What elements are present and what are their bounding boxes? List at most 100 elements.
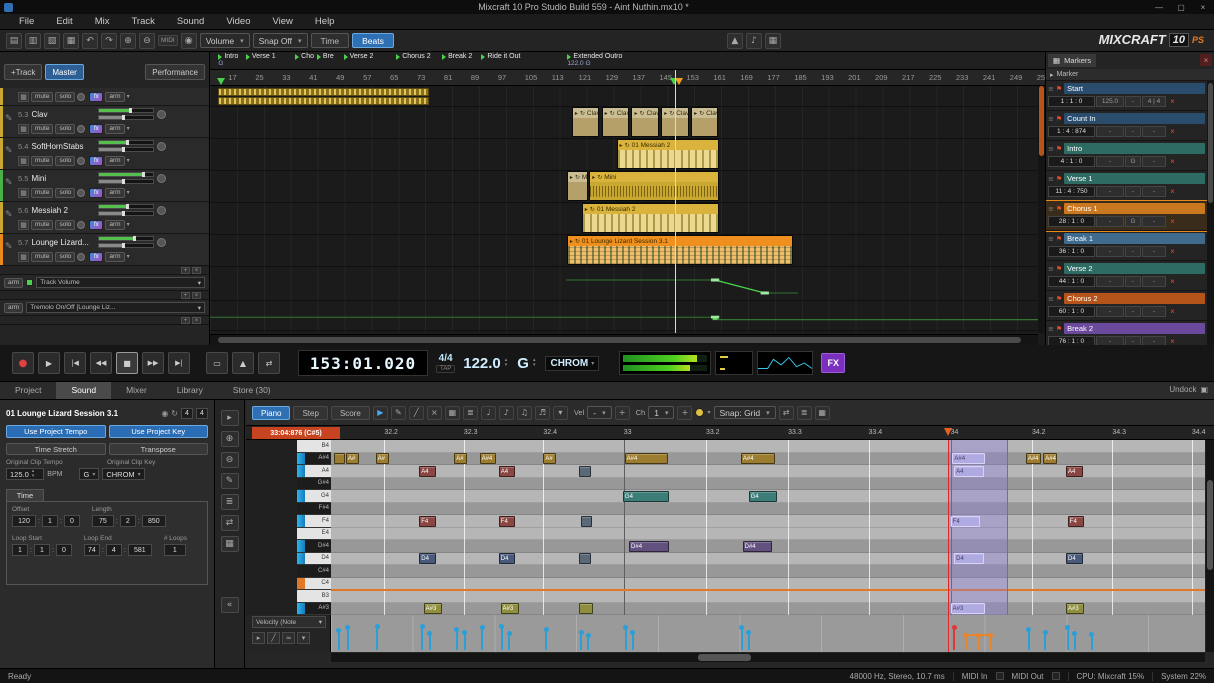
midi-note[interactable] (579, 553, 590, 564)
mute-button[interactable]: mute (31, 156, 53, 166)
clip-color-swatch[interactable] (695, 408, 704, 417)
track-grid-icon[interactable]: ▦ (18, 156, 29, 166)
clip-play-icon[interactable]: ▸ (575, 110, 578, 117)
timeline-clip[interactable]: ▸↻Clav (572, 107, 599, 137)
midi-note[interactable] (334, 453, 344, 464)
timeline-clip[interactable]: ▸↻Mini (567, 171, 589, 201)
clip-loop-icon[interactable]: ↻ (625, 142, 630, 149)
velocity-stem[interactable] (421, 626, 423, 650)
add-track-button[interactable]: +Track (4, 64, 42, 80)
keyboard-icon[interactable]: ▦ (765, 33, 781, 49)
velocity-stem[interactable] (990, 635, 992, 650)
marker-position-field[interactable]: 28 : 1 : 0 (1048, 216, 1095, 227)
clip-play-icon[interactable]: ▸ (664, 110, 667, 117)
velocity-line-tool[interactable]: ╱ (267, 632, 280, 644)
clip-play-icon[interactable]: ▸ (570, 238, 573, 245)
loop-start-marker[interactable] (217, 78, 225, 85)
solo-button[interactable]: solo (55, 188, 75, 198)
piano-key-gs4[interactable]: G#4 (297, 478, 331, 491)
transpose-button[interactable]: Transpose (109, 443, 209, 455)
marker-position-field[interactable]: 4 : 1 : 0 (1048, 156, 1095, 167)
scrollbar-thumb[interactable] (1208, 83, 1213, 203)
marker-delete-button[interactable]: × (1167, 157, 1178, 166)
track-sliders[interactable] (98, 172, 154, 184)
markers-subheader[interactable]: ▸ Marker (1046, 69, 1214, 81)
arm-dropdown-icon[interactable]: ▾ (127, 93, 130, 100)
track-pencil-icon[interactable]: ✎ (5, 210, 13, 220)
go-to-end-button[interactable]: ▶| (168, 352, 190, 374)
track-knob[interactable] (77, 253, 85, 261)
midi-note[interactable]: A# (376, 453, 389, 464)
track-sliders[interactable] (98, 108, 154, 120)
save-project-icon[interactable]: ▧ (44, 33, 60, 49)
marker-position-field[interactable]: 76 : 1 : 0 (1048, 336, 1095, 345)
redo-icon[interactable]: ↷ (101, 33, 117, 49)
piano-key-ds4[interactable]: D#4 (297, 540, 331, 553)
marker-signature-field[interactable]: - (1142, 336, 1166, 345)
marker-row[interactable]: ≡ ⚑ Start 1 : 1 : 0 125.0 - 4 | 4 × (1046, 81, 1207, 111)
timeline-region-flag[interactable]: Break 2 (442, 53, 472, 60)
velocity-stem[interactable] (347, 627, 349, 650)
marker-tempo-field[interactable]: - (1096, 246, 1124, 257)
timeline-clip[interactable]: ▸↻Mini (589, 171, 719, 201)
velocity-stem[interactable] (580, 632, 582, 651)
marker-signature-field[interactable]: - (1142, 186, 1166, 197)
marker-key-field[interactable]: G (1125, 216, 1141, 227)
rewind-button[interactable]: ◀◀ (90, 352, 112, 374)
piano-key-as3[interactable]: A#3 (297, 603, 331, 616)
marker-grip-icon[interactable]: ≡ (1048, 115, 1054, 123)
zoom-in-tool[interactable]: ⊕ (221, 431, 239, 447)
list-tool[interactable]: ≣ (221, 494, 239, 510)
midi-note[interactable]: F4 (499, 516, 516, 527)
maximize-button[interactable]: ▢ (1170, 1, 1192, 14)
track-name[interactable]: SoftHornStabs (31, 142, 95, 151)
undo-icon[interactable]: ↶ (82, 33, 98, 49)
midi-note[interactable]: A4 (1066, 466, 1083, 477)
track-row[interactable]: ✎ 5.6 Messiah 2 ▦ mute solo fx arm ▾ (0, 202, 209, 234)
menu-video[interactable]: Video (215, 14, 261, 30)
drum-display-icon[interactable]: ≣ (463, 406, 478, 420)
marker-key-field[interactable]: - (1125, 276, 1141, 287)
time-stretch-button[interactable]: Time Stretch (6, 443, 106, 455)
track-row[interactable]: ✎ 5.4 SoftHornStabs ▦ mute solo fx arm ▾ (0, 138, 209, 170)
arm-dropdown-icon[interactable]: ▾ (127, 125, 130, 132)
midi-note[interactable] (579, 603, 593, 614)
marker-key-field[interactable]: - (1125, 246, 1141, 257)
remove-automation-button[interactable]: × (192, 292, 201, 299)
tempo-display[interactable]: 122.0 (463, 355, 501, 372)
arm-dropdown-icon[interactable]: ▾ (127, 157, 130, 164)
automation-param-dropdown[interactable]: Track Volume▾ (36, 277, 205, 288)
menu-file[interactable]: File (8, 14, 45, 30)
automation-lane[interactable] (210, 276, 1038, 298)
note-half-button[interactable]: ♪ (499, 406, 514, 420)
zoom-in-icon[interactable]: ⊕ (120, 33, 136, 49)
metronome-icon[interactable]: ▲ (727, 33, 743, 49)
marker-name[interactable]: Count In (1064, 113, 1205, 124)
midi-note[interactable]: D4 (1066, 553, 1083, 564)
marker-grip-icon[interactable]: ≡ (1048, 325, 1054, 333)
pan-slider[interactable] (98, 179, 154, 184)
go-to-start-button[interactable]: |◀ (64, 352, 86, 374)
offset-bar[interactable]: 120 (12, 515, 36, 527)
note-whole-button[interactable]: ♩ (481, 406, 496, 420)
clip-loop-icon[interactable]: ↻ (597, 174, 602, 181)
loop-start-tick[interactable]: 0 (56, 544, 72, 556)
track-sliders[interactable] (98, 236, 154, 248)
scrollbar-thumb[interactable] (698, 654, 750, 661)
velocity-curve-dropdown[interactable]: ▾ (297, 632, 310, 644)
track-name[interactable]: Messiah 2 (31, 206, 95, 215)
automation-lane[interactable] (210, 308, 1038, 328)
piano-key-f4[interactable]: F4 (297, 515, 331, 528)
track-row[interactable]: ✎ 5.7 Lounge Lizard... ▦ mute solo fx ar… (0, 234, 209, 266)
tab-project[interactable]: Project (0, 382, 56, 399)
automation-row[interactable]: arm Track Volume▾ (0, 275, 209, 291)
track-sliders[interactable] (98, 204, 154, 216)
volume-slider[interactable] (98, 204, 154, 209)
tab-library[interactable]: Library (162, 382, 218, 399)
volume-slider[interactable] (98, 172, 154, 177)
volume-slider[interactable] (98, 140, 154, 145)
automation-row[interactable]: arm Tremolo On/Off [Lounge Liz...▾ (0, 300, 209, 316)
clips-area[interactable]: ▸↻Clav▸↻Clav▸↻Clav▸↻Clav▸↻Clav▸↻01 Messi… (210, 86, 1038, 333)
clip-loop-icon[interactable]: ↻ (639, 110, 644, 117)
pan-knob[interactable] (157, 110, 166, 119)
